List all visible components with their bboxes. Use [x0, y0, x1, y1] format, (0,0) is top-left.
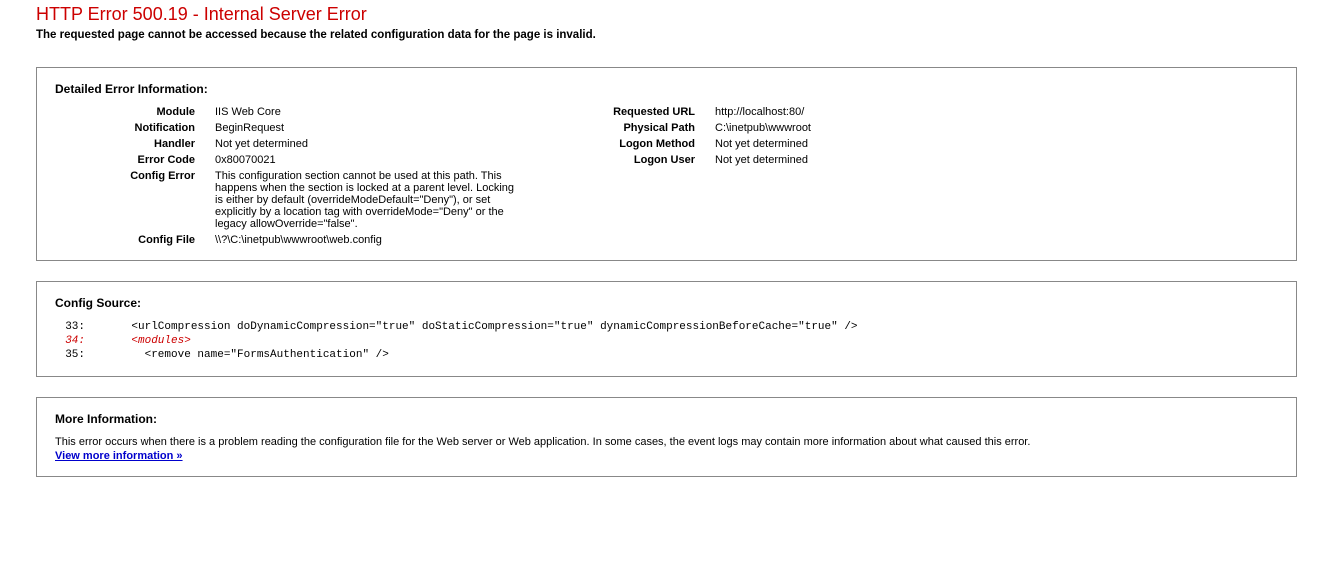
config-file-label: Config File [55, 234, 195, 246]
handler-label: Handler [55, 138, 195, 150]
config-source-heading: Config Source: [55, 296, 1278, 310]
config-source-section: Config Source: 33: <urlCompression doDyn… [36, 281, 1297, 377]
details-grid: Module IIS Web Core Notification BeginRe… [55, 106, 1278, 246]
module-label: Module [55, 106, 195, 118]
detailed-error-heading: Detailed Error Information: [55, 82, 1278, 96]
config-error-label: Config Error [55, 170, 195, 230]
requested-url-label: Requested URL [575, 106, 695, 118]
notification-label: Notification [55, 122, 195, 134]
error-code-value: 0x80070021 [215, 154, 515, 166]
error-header: HTTP Error 500.19 - Internal Server Erro… [0, 0, 1333, 47]
details-col-right: Requested URL http://localhost:80/ Physi… [575, 106, 811, 246]
physical-path-label: Physical Path [575, 122, 695, 134]
line-number: 35: [55, 348, 105, 362]
logon-user-label: Logon User [575, 154, 695, 166]
line-code: <modules> [105, 334, 858, 348]
logon-method-value: Not yet determined [715, 138, 811, 150]
config-source-table: 33: <urlCompression doDynamicCompression… [55, 320, 858, 362]
config-file-value: \\?\C:\inetpub\wwwroot\web.config [215, 234, 515, 246]
config-line-35: 35: <remove name="FormsAuthentication" /… [55, 348, 858, 362]
logon-method-label: Logon Method [575, 138, 695, 150]
error-title: HTTP Error 500.19 - Internal Server Erro… [36, 4, 1333, 25]
line-number: 34: [55, 334, 105, 348]
view-more-information-link[interactable]: View more information » [55, 450, 183, 462]
physical-path-value: C:\inetpub\wwwroot [715, 122, 811, 134]
error-code-label: Error Code [55, 154, 195, 166]
more-information-heading: More Information: [55, 412, 1278, 426]
config-error-value: This configuration section cannot be use… [215, 170, 515, 230]
line-code: <remove name="FormsAuthentication" /> [105, 348, 858, 362]
line-code: <urlCompression doDynamicCompression="tr… [105, 320, 858, 334]
line-number: 33: [55, 320, 105, 334]
logon-user-value: Not yet determined [715, 154, 811, 166]
module-value: IIS Web Core [215, 106, 515, 118]
details-col-left: Module IIS Web Core Notification BeginRe… [55, 106, 515, 246]
error-subtitle: The requested page cannot be accessed be… [36, 29, 1333, 41]
config-line-33: 33: <urlCompression doDynamicCompression… [55, 320, 858, 334]
notification-value: BeginRequest [215, 122, 515, 134]
config-line-34-highlighted: 34: <modules> [55, 334, 858, 348]
handler-value: Not yet determined [215, 138, 515, 150]
more-information-section: More Information: This error occurs when… [36, 397, 1297, 477]
detailed-error-section: Detailed Error Information: Module IIS W… [36, 67, 1297, 261]
requested-url-value: http://localhost:80/ [715, 106, 811, 118]
more-information-body: This error occurs when there is a proble… [55, 436, 1278, 448]
